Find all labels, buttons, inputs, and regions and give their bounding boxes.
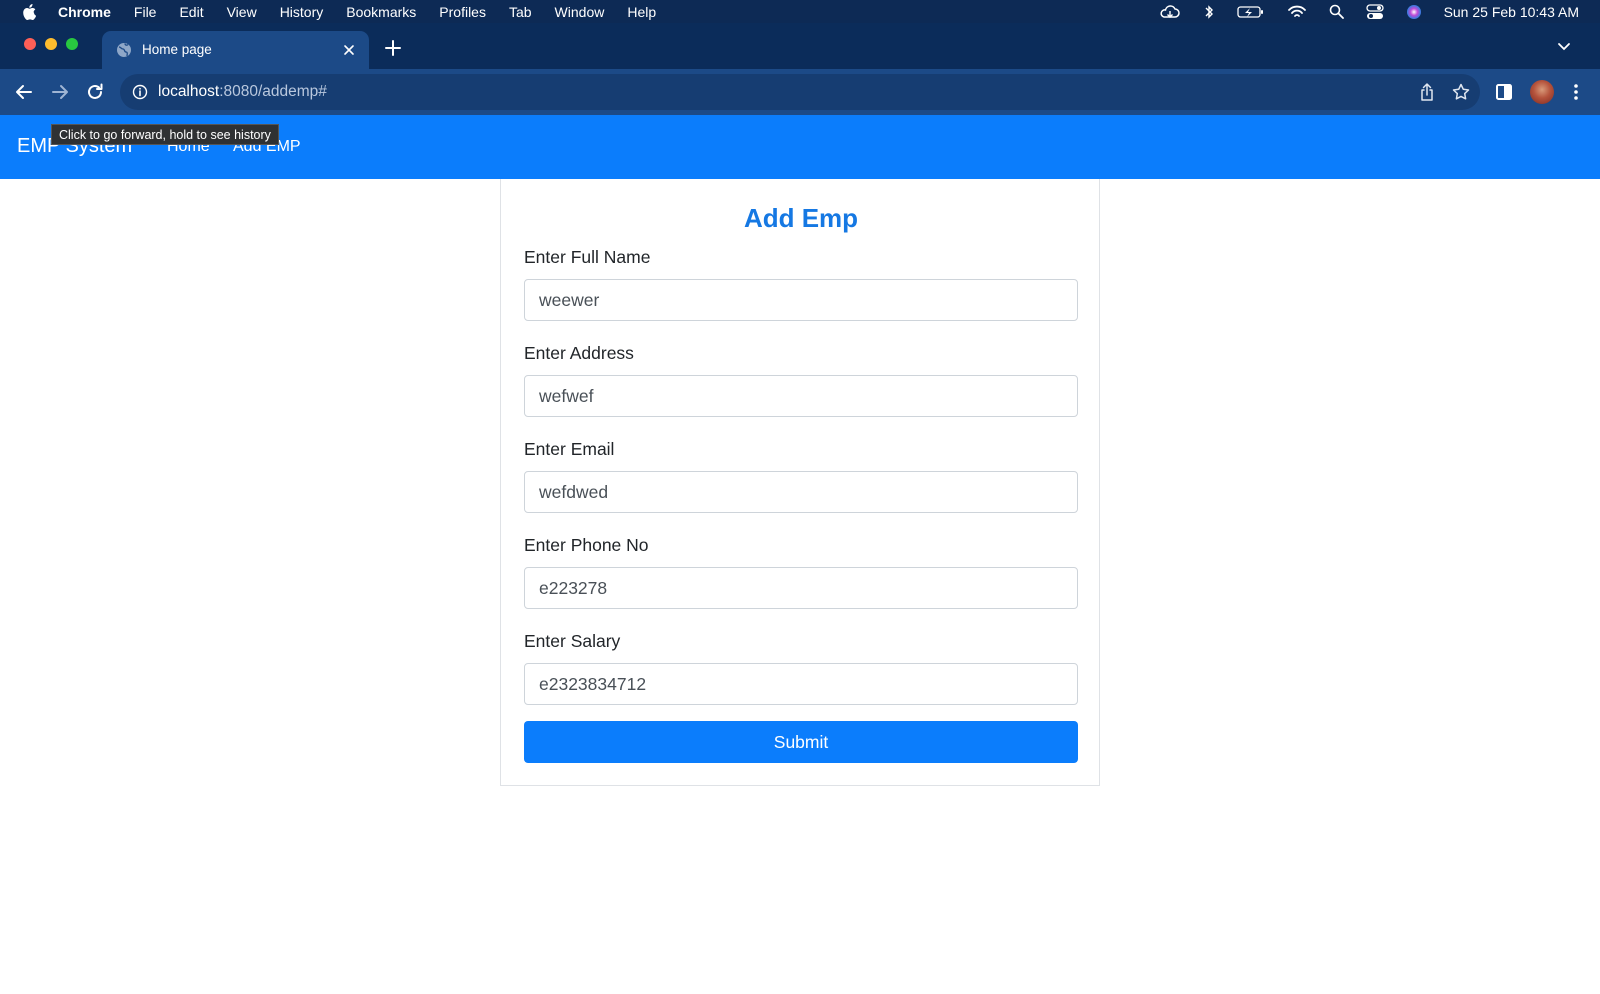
full-name-input[interactable]: [524, 279, 1078, 321]
email-label: Enter Email: [524, 439, 615, 459]
url-host: localhost: [158, 83, 220, 100]
control-center-icon[interactable]: [1365, 3, 1384, 20]
side-panel-icon[interactable]: [1494, 82, 1514, 102]
menu-file[interactable]: File: [134, 4, 157, 20]
forward-button-tooltip: Click to go forward, hold to see history: [51, 124, 279, 145]
forward-arrow-icon[interactable]: [50, 82, 70, 102]
window-zoom-button[interactable]: [66, 38, 78, 50]
salary-input[interactable]: [524, 663, 1078, 705]
url-text[interactable]: localhost:8080/addemp#: [158, 83, 327, 101]
address-label: Enter Address: [524, 343, 634, 363]
macos-menu-bar: Chrome File Edit View History Bookmarks …: [0, 0, 1600, 23]
address-bar[interactable]: localhost:8080/addemp#: [120, 74, 1480, 110]
more-menu-icon[interactable]: [1566, 82, 1586, 102]
menu-view[interactable]: View: [227, 4, 257, 20]
phone-input[interactable]: [524, 567, 1078, 609]
new-tab-plus-icon[interactable]: [384, 39, 402, 57]
site-info-icon[interactable]: [132, 84, 148, 100]
reload-icon[interactable]: [85, 82, 105, 102]
back-arrow-icon[interactable]: [14, 82, 34, 102]
phone-label: Enter Phone No: [524, 535, 649, 555]
apple-logo-icon[interactable]: [22, 3, 36, 20]
menu-window[interactable]: Window: [555, 4, 605, 20]
browser-tab-strip: Home page: [0, 23, 1600, 69]
share-icon[interactable]: [1418, 82, 1436, 102]
window-close-button[interactable]: [24, 38, 36, 50]
profile-avatar[interactable]: [1530, 80, 1554, 104]
add-employee-card: Add Emp Enter Full Name Enter Address En…: [500, 179, 1100, 786]
tab-title: Home page: [142, 42, 212, 57]
address-input[interactable]: [524, 375, 1078, 417]
submit-button[interactable]: Submit: [524, 721, 1078, 763]
bluetooth-icon[interactable]: [1203, 4, 1215, 20]
menu-app-name[interactable]: Chrome: [58, 4, 111, 20]
menu-profiles[interactable]: Profiles: [439, 4, 486, 20]
salary-label: Enter Salary: [524, 631, 621, 651]
email-input[interactable]: [524, 471, 1078, 513]
menubar-clock[interactable]: Sun 25 Feb 10:43 AM: [1444, 4, 1579, 20]
browser-tab-active[interactable]: Home page: [102, 31, 369, 69]
battery-icon[interactable]: [1236, 5, 1265, 19]
spotlight-search-icon[interactable]: [1329, 4, 1344, 19]
url-path: :8080/addemp#: [219, 83, 327, 100]
wifi-icon[interactable]: [1287, 5, 1307, 19]
full-name-label: Enter Full Name: [524, 247, 651, 267]
tab-search-chevron-down-icon[interactable]: [1557, 42, 1571, 52]
form-title: Add Emp: [743, 203, 859, 233]
bookmark-star-icon[interactable]: [1451, 82, 1471, 102]
menu-edit[interactable]: Edit: [179, 4, 203, 20]
menu-help[interactable]: Help: [627, 4, 656, 20]
menu-bookmarks[interactable]: Bookmarks: [346, 4, 416, 20]
cloud-status-icon[interactable]: [1159, 4, 1181, 20]
menu-history[interactable]: History: [280, 4, 324, 20]
siri-icon[interactable]: [1406, 4, 1422, 20]
window-minimize-button[interactable]: [45, 38, 57, 50]
close-tab-icon[interactable]: [340, 41, 358, 59]
browser-toolbar: localhost:8080/addemp#: [0, 69, 1600, 115]
menu-tab[interactable]: Tab: [509, 4, 532, 20]
globe-icon: [117, 43, 131, 57]
